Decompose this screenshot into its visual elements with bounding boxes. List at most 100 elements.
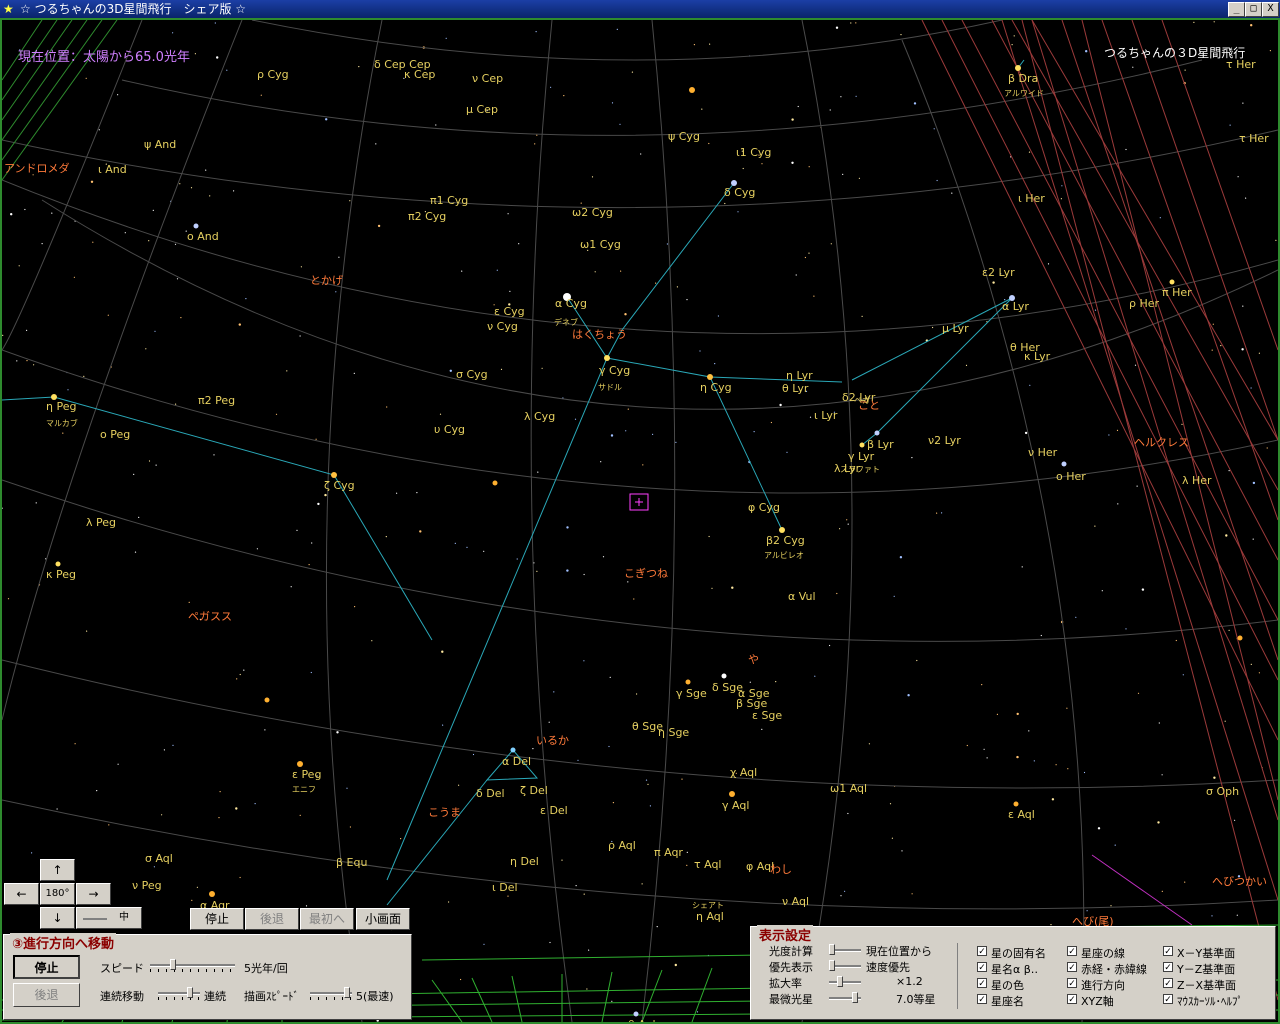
background-star bbox=[1101, 590, 1103, 592]
setting-checkbox-label: XYZ軸 bbox=[1081, 995, 1114, 1008]
left-arrow-button[interactable]: ← bbox=[4, 883, 39, 905]
star-label: ε Del bbox=[540, 804, 568, 817]
move-panel-title: ③進行方向へ移動 bbox=[10, 933, 117, 952]
background-star bbox=[31, 852, 33, 854]
close-button[interactable]: X bbox=[1262, 2, 1279, 17]
background-star bbox=[786, 451, 788, 453]
speed-slider-thumb[interactable] bbox=[170, 959, 176, 970]
background-star bbox=[172, 744, 174, 747]
background-star bbox=[500, 368, 503, 370]
maximize-button[interactable]: □ bbox=[1245, 2, 1262, 17]
background-star bbox=[235, 807, 238, 810]
background-star bbox=[829, 109, 831, 111]
turn-180-button[interactable]: 180° bbox=[40, 883, 75, 905]
sky-view[interactable]: 現在位置：太陽から65.0光年 つるちゃんの３D星間飛行 ρ Cyg δ Cep … bbox=[0, 18, 1280, 1024]
background-star bbox=[1024, 431, 1028, 435]
background-star bbox=[1060, 198, 1062, 200]
up-arrow-button[interactable]: ↑ bbox=[40, 859, 75, 881]
speed-slider[interactable] bbox=[150, 959, 235, 972]
background-star bbox=[1241, 348, 1244, 351]
star-label: ζ Cyg bbox=[324, 479, 355, 492]
background-star bbox=[847, 812, 849, 815]
background-star bbox=[509, 290, 511, 292]
background-star bbox=[1250, 663, 1252, 666]
draw-speed-slider[interactable] bbox=[310, 987, 352, 1000]
star-label: ν2 Lyr bbox=[928, 434, 961, 447]
background-star bbox=[1229, 124, 1231, 126]
background-star bbox=[619, 123, 621, 125]
display-row-slider[interactable] bbox=[829, 992, 861, 1004]
background-star bbox=[310, 671, 312, 674]
background-star bbox=[675, 441, 677, 443]
setting-checkbox[interactable]: ✓ bbox=[1067, 978, 1077, 989]
star-label: ν Her bbox=[1028, 446, 1058, 459]
background-star bbox=[290, 586, 292, 588]
setting-checkbox[interactable]: ✓ bbox=[977, 978, 987, 989]
constellation-label: へびつかい bbox=[1212, 875, 1267, 888]
minimize-button[interactable]: _ bbox=[1228, 2, 1245, 17]
display-row-slider[interactable] bbox=[829, 976, 861, 988]
setting-checkbox[interactable]: ✓ bbox=[977, 946, 987, 957]
background-star bbox=[154, 330, 156, 332]
down-arrow-button[interactable]: ↓ bbox=[40, 907, 75, 929]
small-screen-button[interactable]: 小画面 bbox=[356, 908, 410, 930]
star-label: υ Cyg bbox=[434, 423, 466, 436]
draw-speed-slider-thumb[interactable] bbox=[344, 987, 350, 998]
background-star bbox=[385, 536, 387, 538]
background-star bbox=[770, 421, 773, 424]
background-star bbox=[965, 364, 968, 366]
background-star bbox=[610, 434, 614, 437]
background-star bbox=[1047, 263, 1050, 265]
background-star bbox=[191, 899, 193, 902]
proper-name-label: シェアト bbox=[692, 901, 724, 910]
display-row-label: 最微光星 bbox=[769, 993, 813, 1006]
background-star bbox=[624, 313, 627, 316]
draw-speed-value: 5(最速) bbox=[356, 990, 394, 1003]
stop-mode-button[interactable]: 停止 bbox=[190, 908, 244, 930]
background-star bbox=[335, 291, 337, 293]
background-star bbox=[1136, 485, 1138, 487]
first-mode-button[interactable]: 最初へ bbox=[300, 908, 354, 930]
constellation-label: アンドロメダ bbox=[4, 162, 70, 175]
background-star bbox=[305, 905, 308, 907]
background-star bbox=[1225, 534, 1228, 537]
background-star bbox=[855, 95, 857, 97]
setting-checkbox[interactable]: ✓ bbox=[1067, 946, 1077, 957]
continuous-slider[interactable] bbox=[158, 987, 200, 1000]
continuous-slider-thumb[interactable] bbox=[187, 987, 193, 998]
bright-star bbox=[510, 747, 516, 753]
setting-checkbox[interactable]: ✓ bbox=[977, 994, 987, 1005]
move-stop-button[interactable]: 停止 bbox=[13, 955, 80, 979]
setting-checkbox[interactable]: ✓ bbox=[1163, 962, 1173, 973]
setting-checkbox-label: 星座名 bbox=[991, 995, 1024, 1008]
move-back-button[interactable]: 後退 bbox=[13, 983, 80, 1007]
background-star bbox=[577, 759, 579, 761]
setting-checkbox[interactable]: ✓ bbox=[977, 962, 987, 973]
setting-checkbox[interactable]: ✓ bbox=[1163, 994, 1173, 1005]
background-star bbox=[26, 329, 28, 331]
nav-speed-control[interactable]: 中 bbox=[76, 907, 142, 929]
right-arrow-button[interactable]: → bbox=[76, 883, 111, 905]
background-star bbox=[1193, 21, 1195, 23]
background-star bbox=[1021, 566, 1023, 568]
setting-checkbox[interactable]: ✓ bbox=[1067, 962, 1077, 973]
background-star bbox=[839, 528, 841, 530]
bright-star bbox=[297, 761, 303, 767]
background-star bbox=[239, 876, 241, 879]
display-row-slider[interactable] bbox=[829, 960, 861, 972]
setting-checkbox-label: ﾏｳｽｶｰｿﾙ･ﾍﾙﾌﾟ bbox=[1177, 995, 1243, 1008]
back-mode-button[interactable]: 後退 bbox=[245, 908, 299, 930]
background-star bbox=[717, 315, 720, 317]
setting-checkbox[interactable]: ✓ bbox=[1163, 978, 1173, 989]
background-star bbox=[24, 208, 26, 211]
background-star bbox=[1033, 760, 1035, 762]
move-panel: ③進行方向へ移動 停止 後退 スピード 5光年/回 連続移動 連続 描画ｽﾋﾟｰ… bbox=[3, 933, 412, 1020]
background-star bbox=[1258, 352, 1260, 354]
setting-checkbox-label: Z－X基準面 bbox=[1177, 979, 1237, 992]
background-star bbox=[96, 790, 98, 792]
background-star bbox=[155, 464, 157, 466]
setting-checkbox[interactable]: ✓ bbox=[1067, 994, 1077, 1005]
background-star bbox=[466, 546, 468, 549]
display-row-slider[interactable] bbox=[829, 944, 861, 956]
setting-checkbox[interactable]: ✓ bbox=[1163, 946, 1173, 957]
